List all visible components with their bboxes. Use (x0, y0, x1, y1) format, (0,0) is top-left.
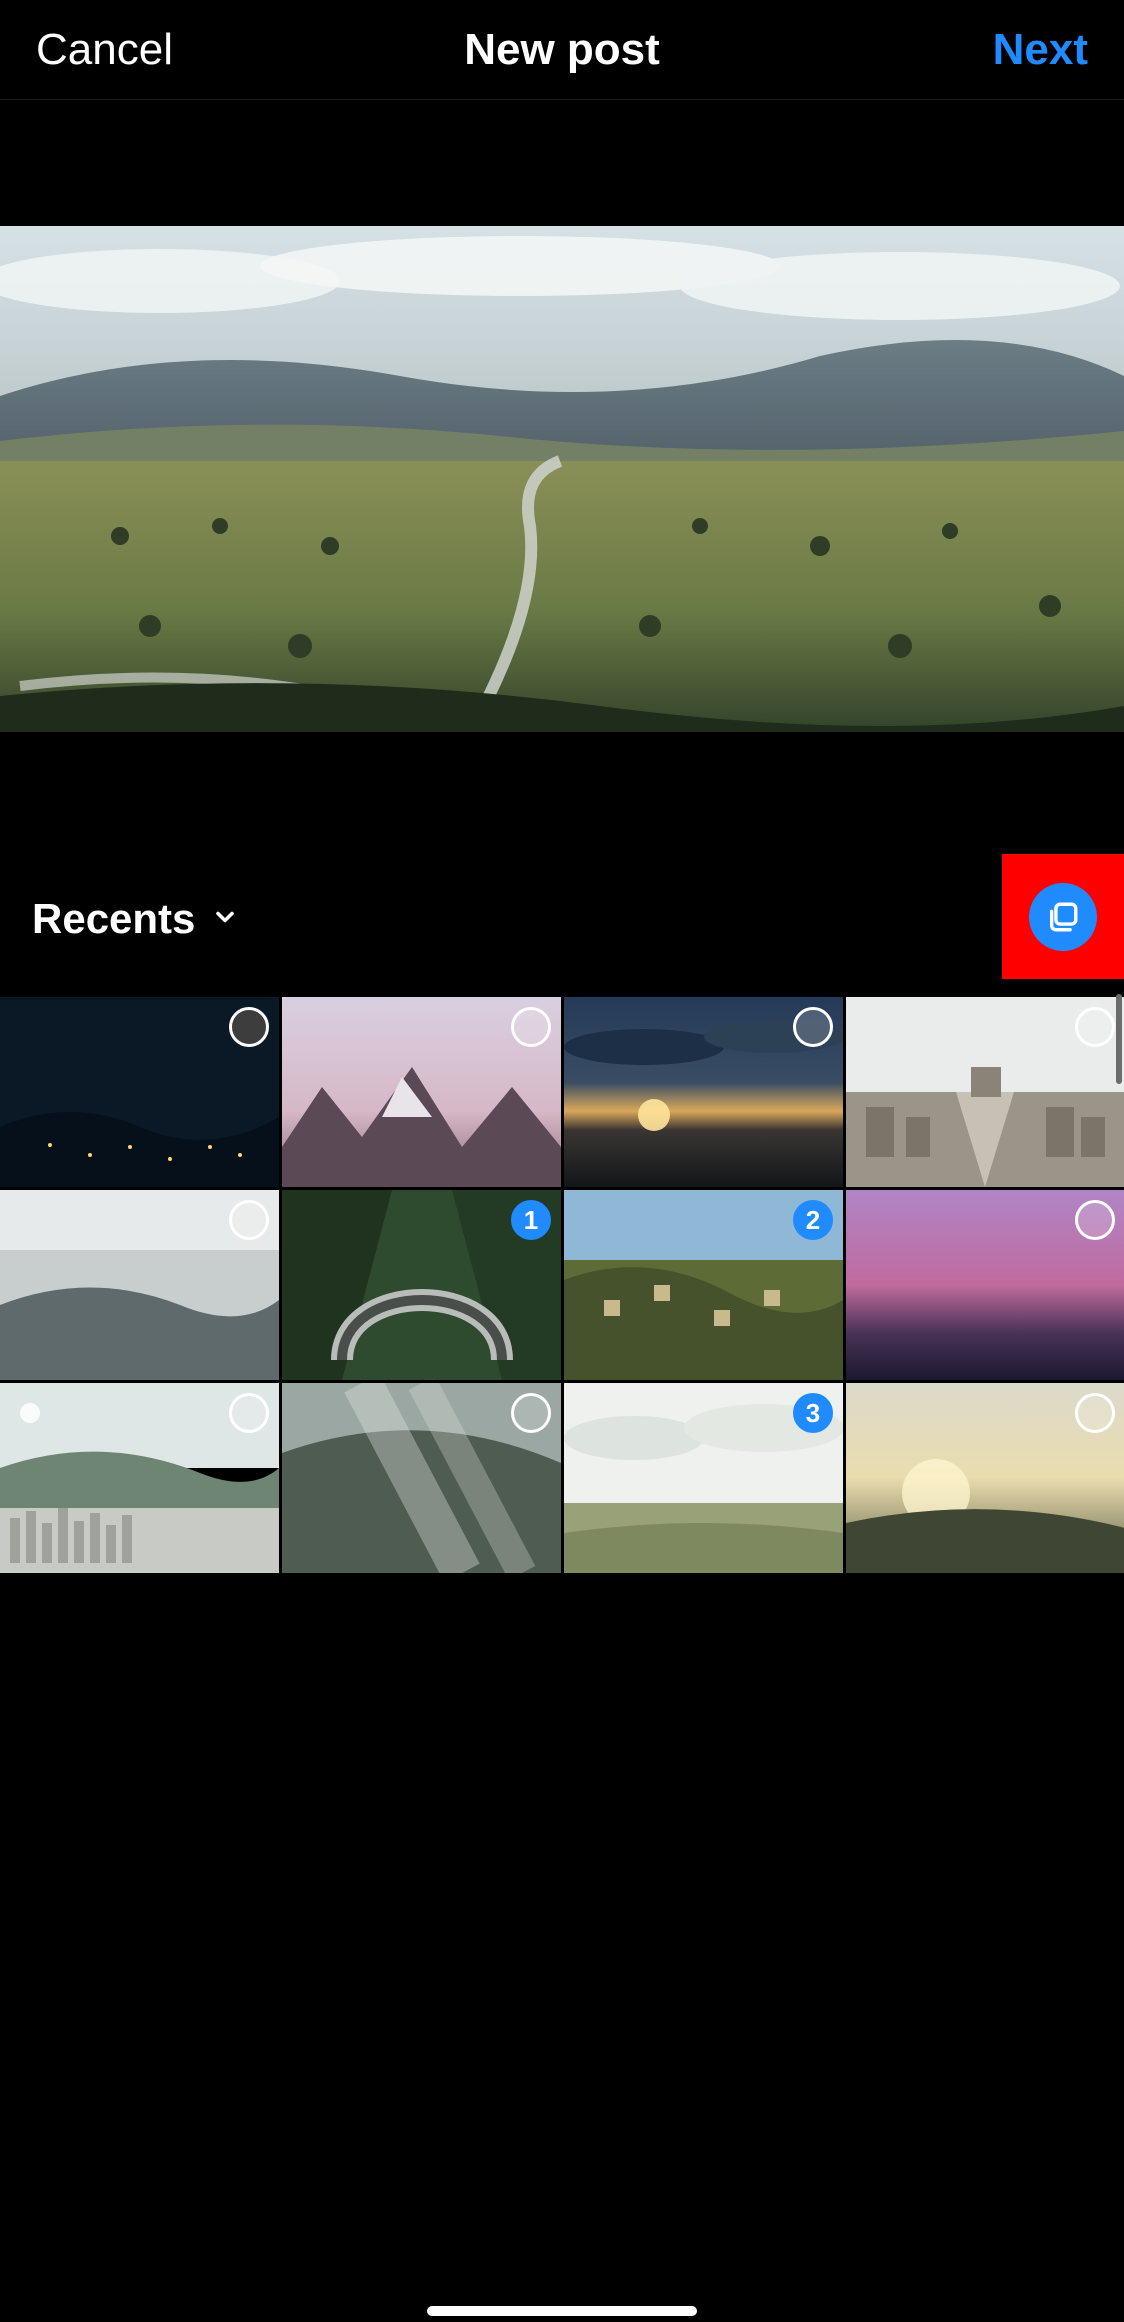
grid-thumb[interactable] (0, 997, 279, 1187)
select-indicator[interactable] (1075, 1007, 1115, 1047)
photo-grid: 1 2 (0, 997, 1124, 1573)
header-bar: Cancel New post Next (0, 0, 1124, 100)
order-badge: 2 (806, 1205, 820, 1236)
select-indicator[interactable]: 2 (793, 1200, 833, 1240)
select-indicator[interactable]: 1 (511, 1200, 551, 1240)
cancel-button[interactable]: Cancel (36, 25, 173, 75)
page-title: New post (464, 25, 660, 75)
select-indicator[interactable] (1075, 1200, 1115, 1240)
grid-scrollbar[interactable] (1116, 994, 1122, 1084)
preview-image[interactable] (0, 226, 1124, 732)
grid-thumb[interactable] (846, 1190, 1124, 1380)
grid-thumb[interactable] (282, 997, 561, 1187)
home-indicator[interactable] (427, 2306, 697, 2316)
order-badge: 1 (524, 1205, 538, 1236)
album-label: Recents (32, 895, 195, 943)
grid-thumb[interactable] (846, 1383, 1124, 1573)
grid-thumb[interactable] (282, 1383, 561, 1573)
select-indicator[interactable] (511, 1007, 551, 1047)
order-badge: 3 (806, 1398, 820, 1429)
grid-thumb[interactable]: 1 (282, 1190, 561, 1380)
multiselect-highlight (1002, 854, 1124, 979)
grid-thumb[interactable] (846, 997, 1124, 1187)
preview-landscape-svg (0, 226, 1124, 732)
select-indicator[interactable] (793, 1007, 833, 1047)
chevron-down-icon (211, 903, 239, 936)
stack-icon (1046, 900, 1080, 934)
grid-thumb[interactable] (0, 1383, 279, 1573)
select-indicator[interactable] (1075, 1393, 1115, 1433)
next-button[interactable]: Next (993, 25, 1088, 75)
grid-thumb[interactable] (564, 997, 843, 1187)
select-indicator[interactable] (511, 1393, 551, 1433)
select-indicator[interactable]: 3 (793, 1393, 833, 1433)
album-picker[interactable]: Recents (32, 895, 239, 943)
select-indicator[interactable] (229, 1393, 269, 1433)
grid-thumb[interactable]: 3 (564, 1383, 843, 1573)
select-indicator[interactable] (229, 1200, 269, 1240)
album-row: Recents (0, 858, 1124, 980)
grid-thumb[interactable] (0, 1190, 279, 1380)
grid-thumb[interactable]: 2 (564, 1190, 843, 1380)
select-indicator[interactable] (229, 1007, 269, 1047)
multiselect-button[interactable] (1029, 883, 1097, 951)
